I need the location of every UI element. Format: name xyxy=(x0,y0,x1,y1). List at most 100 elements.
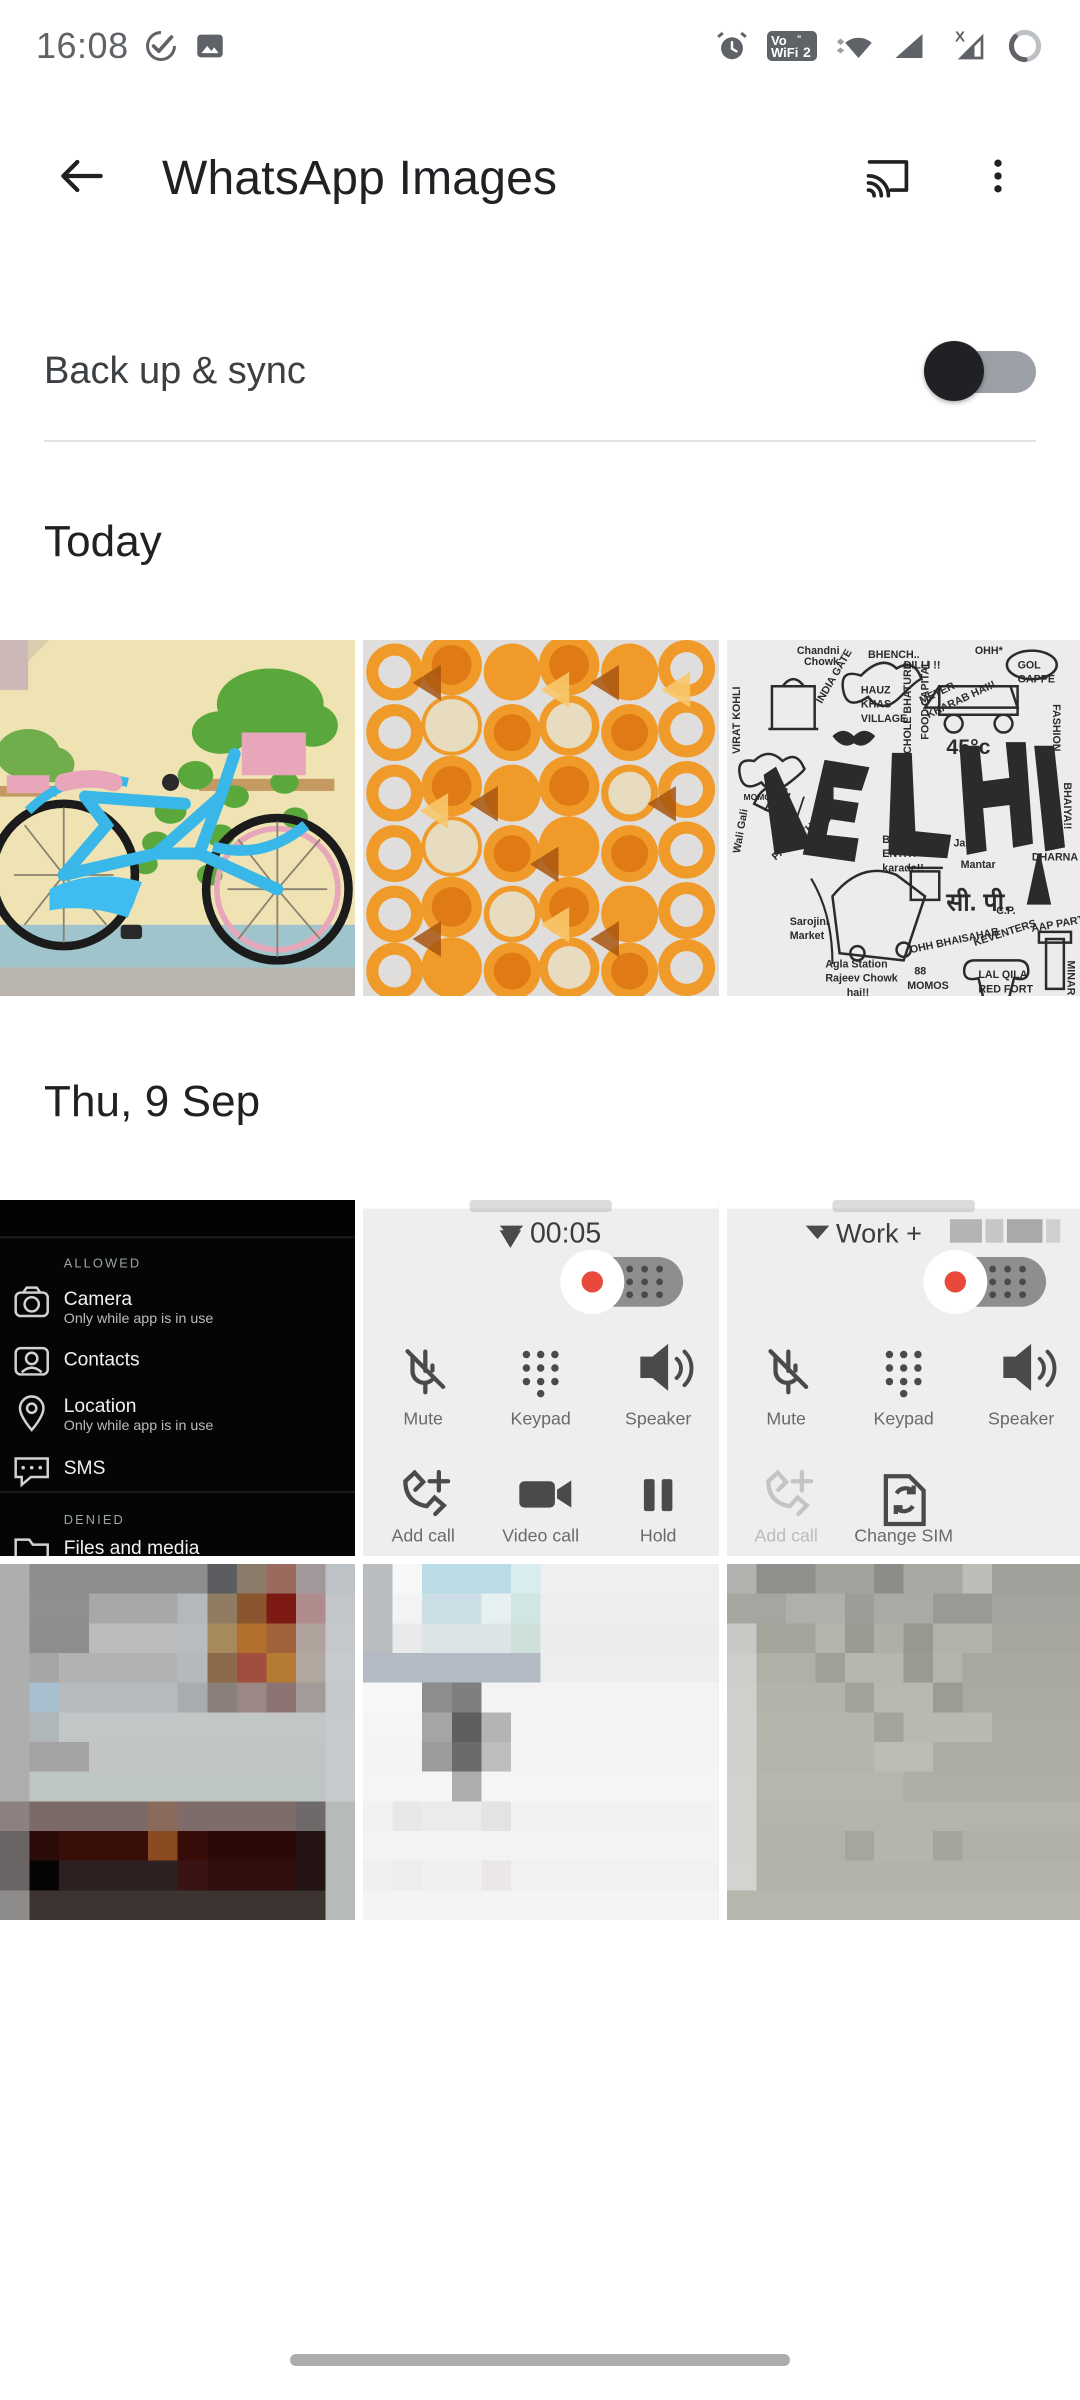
page-title: WhatsApp Images xyxy=(162,151,558,205)
svg-text:Work +: Work + xyxy=(836,1219,922,1249)
section-header-today: Today xyxy=(44,517,162,566)
svg-text:RED FORT: RED FORT xyxy=(978,983,1033,995)
svg-text:Hold: Hold xyxy=(640,1526,677,1546)
svg-text:BHAIYA!!: BHAIYA!! xyxy=(1061,782,1073,829)
svg-text:Add call: Add call xyxy=(392,1526,455,1546)
svg-text:": " xyxy=(797,34,801,44)
photo-bicycle-wall-planter[interactable] xyxy=(0,640,356,996)
image-icon xyxy=(193,29,227,63)
svg-text:MOMO: MOMO xyxy=(743,792,771,802)
svg-text:Mantar: Mantar xyxy=(960,859,995,871)
svg-text:karade!!: karade!! xyxy=(882,862,924,874)
svg-text:FASHION: FASHION xyxy=(1050,704,1062,751)
photo-blurred-thumbnail-1[interactable] xyxy=(0,1564,356,1920)
back-button[interactable] xyxy=(40,136,124,220)
cast-button[interactable] xyxy=(846,136,930,220)
svg-text:Sarojini: Sarojini xyxy=(789,916,828,928)
svg-text:DILLI !!: DILLI !! xyxy=(903,659,940,671)
svg-text:Keypad: Keypad xyxy=(511,1408,571,1428)
backup-sync-row[interactable]: Back up & sync xyxy=(0,310,1080,432)
svg-text:Speaker: Speaker xyxy=(625,1408,691,1428)
photo-blurred-thumbnail-3[interactable] xyxy=(726,1564,1080,1920)
svg-text:VIRAT KOHLI: VIRAT KOHLI xyxy=(731,686,743,753)
gallery-screen: 16:08 Vo " WiFi 2 X WhatsApp Images Back… xyxy=(0,0,1080,2400)
screenshot-call-work-sim[interactable]: Work + Mute Keypad Speaker Change SIM Ad… xyxy=(726,1200,1080,1556)
arrow-left-icon xyxy=(54,148,110,209)
cast-icon xyxy=(862,150,914,207)
svg-text:Location: Location xyxy=(64,1396,137,1417)
svg-text:Keypad: Keypad xyxy=(873,1408,933,1428)
svg-text:Jantar: Jantar xyxy=(953,837,985,849)
photo-delhi-doodle-art[interactable]: 45°c VIRAT KOHLI INDIA GATE HAUZ KHAS VI… xyxy=(726,640,1080,996)
svg-text:BHAI: BHAI xyxy=(882,834,908,846)
svg-text:DENIED: DENIED xyxy=(64,1512,125,1527)
svg-text:Market: Market xyxy=(789,930,824,942)
backup-sync-label: Back up & sync xyxy=(44,349,306,392)
svg-text:Speaker: Speaker xyxy=(988,1408,1054,1428)
toggle-thumb xyxy=(924,341,984,401)
svg-text:MINAR: MINAR xyxy=(1064,960,1076,995)
svg-text:Mute: Mute xyxy=(404,1408,444,1428)
svg-text:ENTRY: ENTRY xyxy=(882,848,918,860)
more-vert-icon xyxy=(976,150,1020,207)
overflow-menu-button[interactable] xyxy=(956,136,1040,220)
svg-text:C.P.: C.P. xyxy=(996,905,1015,917)
svg-text:45°c: 45°c xyxy=(946,735,990,759)
svg-text:WiFi: WiFi xyxy=(771,45,798,60)
svg-text:Only while app is in use: Only while app is in use xyxy=(64,1418,214,1434)
svg-text:Add call: Add call xyxy=(754,1526,817,1546)
svg-text:SMS: SMS xyxy=(64,1458,106,1479)
app-bar: WhatsApp Images xyxy=(0,118,1080,238)
svg-text:DHARNA: DHARNA xyxy=(1031,852,1078,864)
photo-blurred-thumbnail-2[interactable] xyxy=(363,1564,719,1920)
svg-text:Change SIM: Change SIM xyxy=(854,1526,953,1546)
home-gesture-bar[interactable] xyxy=(290,2354,790,2366)
photo-orange-slices-pattern[interactable] xyxy=(363,640,719,996)
svg-text:KHAS: KHAS xyxy=(861,699,891,711)
svg-text:VILLAGE: VILLAGE xyxy=(861,713,907,725)
svg-text:88: 88 xyxy=(914,966,926,978)
screenshot-call-timer[interactable]: 00:05 Mute Keypad Speaker Add call Video… xyxy=(363,1200,719,1556)
svg-text:LAL QILA: LAL QILA xyxy=(978,969,1027,981)
svg-text:OHH*: OHH* xyxy=(975,645,1004,657)
svg-text:HAUZ: HAUZ xyxy=(861,684,891,696)
app-bar-actions xyxy=(846,136,1040,220)
alarm-icon xyxy=(714,28,750,64)
signal-icon xyxy=(890,28,928,64)
svg-text:Contacts: Contacts xyxy=(64,1350,140,1371)
wifi-icon xyxy=(834,28,874,64)
svg-text:Only while app is in use: Only while app is in use xyxy=(64,1311,214,1327)
svg-text:GOL: GOL xyxy=(1017,659,1041,671)
svg-text:GAPPE: GAPPE xyxy=(1017,674,1054,686)
status-bar-clock: 16:08 xyxy=(36,25,129,66)
svg-text:Mute: Mute xyxy=(766,1408,806,1428)
svg-text:ALLOWED: ALLOWED xyxy=(64,1256,142,1271)
svg-text:2: 2 xyxy=(803,44,811,60)
svg-text:Video call: Video call xyxy=(503,1526,580,1546)
status-bar-right: Vo " WiFi 2 X xyxy=(714,27,1044,65)
svg-text:Rajeev Chowk: Rajeev Chowk xyxy=(825,973,897,985)
screenshot-app-permissions[interactable]: ALLOWED Camera Only while app is in use … xyxy=(0,1200,356,1556)
svg-text:FOOD CAPITAL: FOOD CAPITAL xyxy=(919,660,931,740)
section-divider xyxy=(44,440,1036,442)
status-bar: 16:08 Vo " WiFi 2 X xyxy=(0,0,1080,92)
section-header-thu: Thu, 9 Sep xyxy=(44,1077,261,1126)
photo-grid-row-thu-1: ALLOWED Camera Only while app is in use … xyxy=(0,1200,1080,1556)
svg-text:Files and media: Files and media xyxy=(64,1538,200,1556)
svg-text:MOMOS: MOMOS xyxy=(907,980,949,992)
signal-no-sim-icon: X xyxy=(944,28,990,64)
svg-text:Agla Station: Agla Station xyxy=(825,959,887,971)
svg-text:Chowk: Chowk xyxy=(804,656,839,668)
check-circle-icon xyxy=(143,28,179,64)
status-bar-left: 16:08 xyxy=(36,25,227,67)
photo-grid-row-today: 45°c VIRAT KOHLI INDIA GATE HAUZ KHAS VI… xyxy=(0,640,1080,996)
battery-ring-icon xyxy=(1006,27,1044,65)
svg-text:CHOLE BHATURE: CHOLE BHATURE xyxy=(901,662,913,754)
svg-text:hai!!: hai!! xyxy=(846,987,869,996)
svg-text:X: X xyxy=(955,29,965,46)
svg-text:00:05: 00:05 xyxy=(530,1218,601,1250)
photo-grid-row-thu-2 xyxy=(0,1564,1080,1920)
backup-sync-toggle[interactable] xyxy=(924,341,1036,401)
svg-text:Camera: Camera xyxy=(64,1289,133,1310)
vowifi2-icon: Vo " WiFi 2 xyxy=(766,28,818,64)
